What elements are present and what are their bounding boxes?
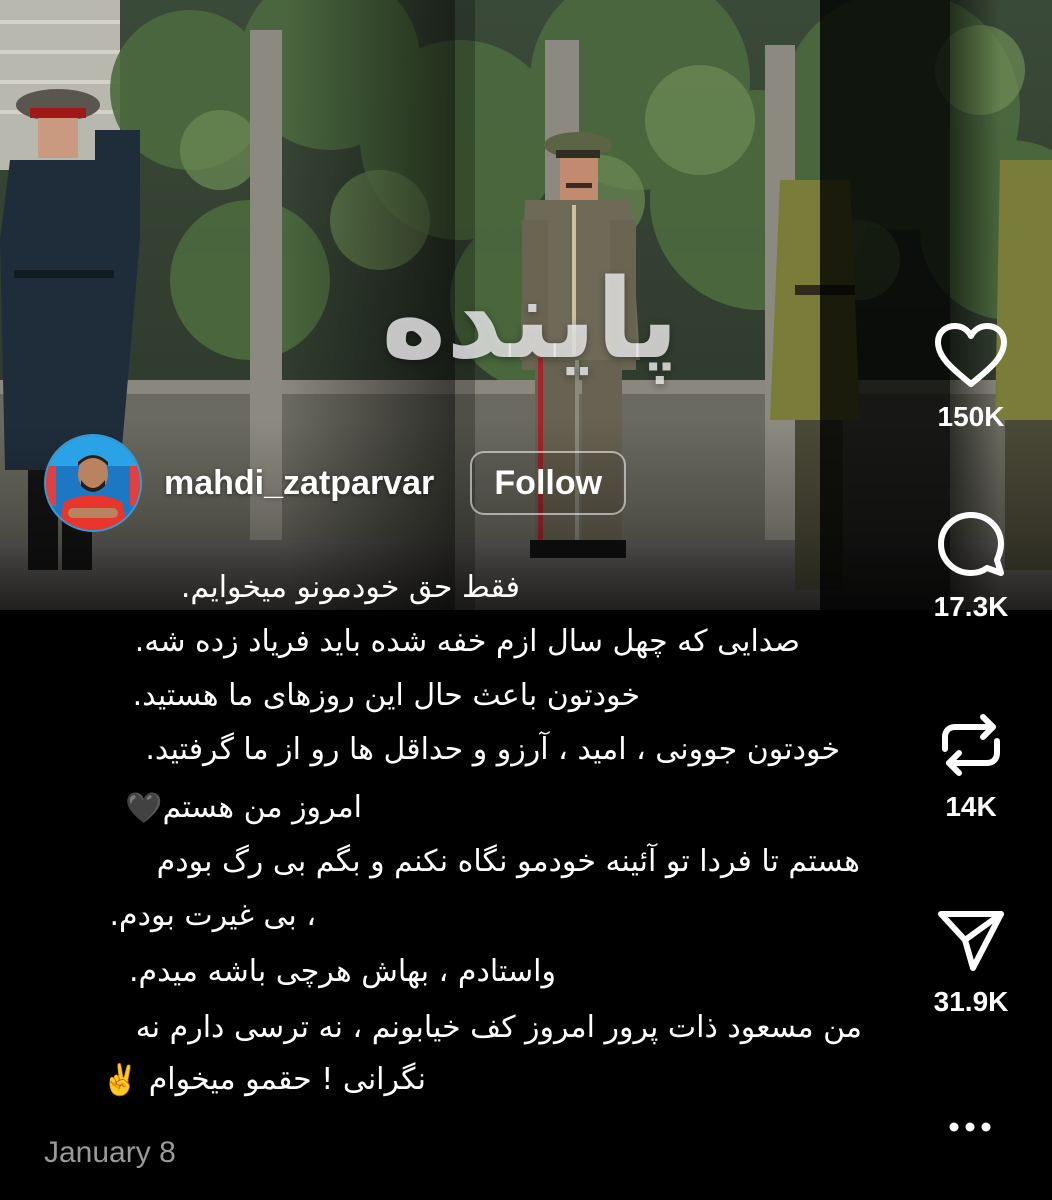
caption-line: خودتون جوونی ، امید ، آرزو و حداقل ها رو… [145, 732, 840, 767]
author-username[interactable]: mahdi_zatparvar [164, 464, 434, 503]
more-options-button[interactable] [940, 1112, 1000, 1142]
share-button[interactable] [906, 900, 1036, 980]
caption-line: صدایی که چهل سال ازم خفه شده باید فریاد … [134, 624, 800, 659]
black-heart-emoji: 🖤 [125, 791, 163, 826]
share-action: 31.9K [906, 900, 1036, 1018]
video-overlay-title: پاینده [381, 255, 679, 383]
caption-line: ، بی غیرت بودم. [109, 898, 317, 933]
caption-line-with-emoji: امروز من هستم🖤 [125, 790, 362, 826]
more-options-icon [949, 1122, 991, 1132]
caption-line: خودتون باعث حال این روزهای ما هستید. [132, 678, 640, 713]
like-count: 150K [937, 401, 1005, 432]
post-date: January 8 [44, 1136, 176, 1169]
avatar-image [46, 436, 140, 530]
repost-action: 14K [906, 705, 1036, 823]
victory-hand-emoji: ✌️ [101, 1063, 140, 1098]
caption-line: هستم تا فردا تو آئینه خودمو نگاه نکنم و … [156, 844, 860, 879]
like-action: 150K [906, 315, 1036, 433]
send-icon [938, 911, 1004, 971]
comment-action: 17.3K [906, 505, 1036, 623]
repost-button[interactable] [906, 705, 1036, 785]
heart-icon [935, 323, 1007, 387]
follow-button[interactable]: Follow [470, 451, 627, 515]
comment-bubble-icon [938, 512, 1004, 576]
author-avatar[interactable] [44, 434, 142, 532]
share-count: 31.9K [933, 986, 1009, 1017]
author-row: mahdi_zatparvar Follow [44, 434, 627, 532]
caption-line: واستادم ، بهاش هرچی باشه میدم. [128, 954, 556, 989]
comment-count: 17.3K [933, 591, 1009, 622]
post-view: پاینده mahdi_zatparvar Follow فقط حق خود… [0, 0, 1052, 1200]
caption-line: فقط حق خودمونو میخوایم. [180, 570, 520, 605]
caption-line: من مسعود ذات پرور امروز کف خیابونم ، نه … [135, 1010, 862, 1045]
repost-icon [942, 714, 1000, 776]
like-button[interactable] [906, 315, 1036, 395]
repost-count: 14K [945, 791, 997, 822]
comment-button[interactable] [906, 505, 1036, 585]
caption-line: نگرانی ! حقمو میخوام [148, 1062, 426, 1097]
caption-line-with-emoji: نگرانی ! حقمو میخوام ✌️ [102, 1062, 426, 1098]
caption-line: امروز من هستم [162, 790, 362, 825]
